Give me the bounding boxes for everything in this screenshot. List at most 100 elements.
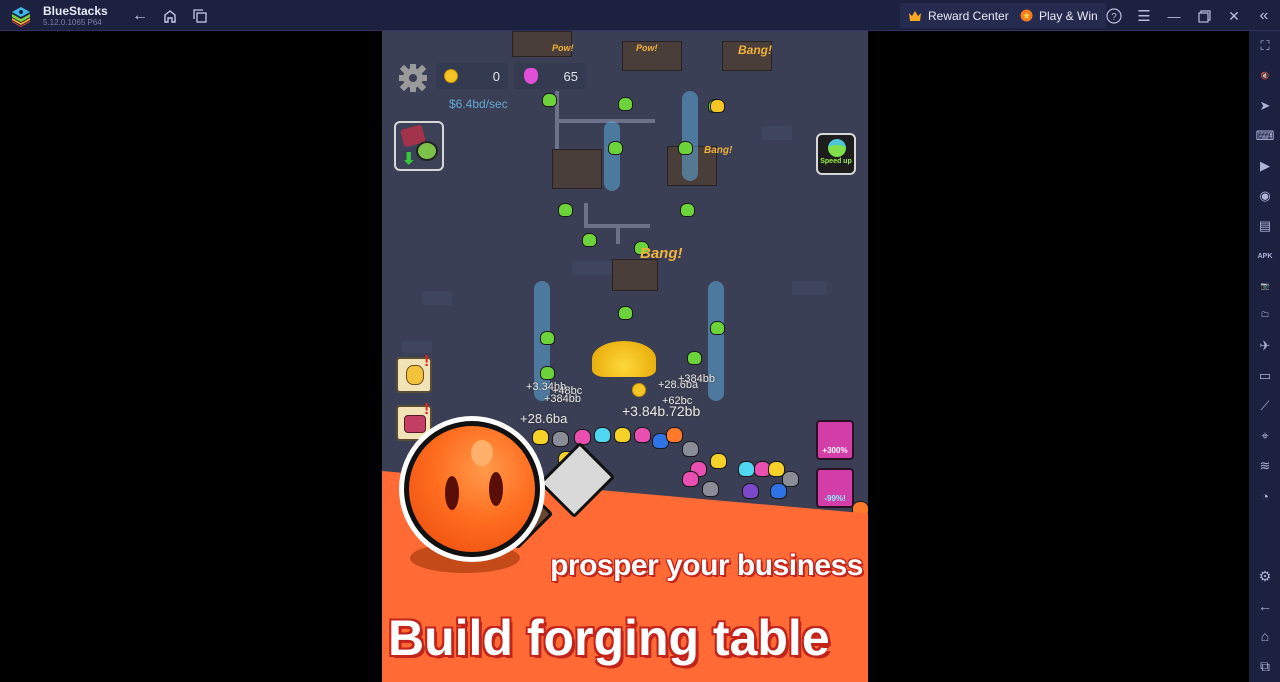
gem-icon [524, 68, 538, 84]
forge-anvil[interactable] [552, 149, 602, 189]
crowd-slime [594, 427, 611, 443]
shake-button[interactable]: ⟋ [1255, 396, 1275, 416]
location-button[interactable]: ⌖ [1255, 426, 1275, 446]
orange-slime-mascot [399, 416, 545, 562]
multi-screen-button[interactable]: ▭ [1255, 366, 1275, 386]
gold-coin-icon [444, 69, 458, 83]
time-boost-card[interactable]: -99%! [816, 468, 854, 508]
banner-subtitle: prosper your business [550, 549, 863, 582]
android-back-button[interactable]: ← [1255, 596, 1275, 616]
floating-gain: +384bb [678, 373, 716, 385]
android-home-button[interactable]: ⌂ [1255, 626, 1275, 646]
macro-button[interactable]: ▤ [1255, 216, 1275, 236]
bang-effect: Bang! [738, 43, 772, 57]
settings-button[interactable]: ⚙ [1255, 566, 1275, 586]
crowd-slime [634, 427, 651, 443]
layers-button[interactable]: ≋ [1255, 456, 1275, 476]
green-slime [618, 97, 633, 111]
floating-gain: +28.6ba [520, 411, 568, 426]
minimize-button[interactable]: — [1164, 6, 1184, 26]
menu-button[interactable]: ☰ [1134, 6, 1154, 26]
layers-icon: ≋ [1259, 458, 1271, 473]
screenshot-button[interactable]: 📷 [1255, 276, 1275, 296]
pow-effect: Pow! [552, 43, 574, 53]
gold-counter: 0 [436, 63, 508, 89]
multi-instance-button[interactable] [190, 6, 210, 26]
game-viewport[interactable]: 0 65 $6.4bd/sec ⬇ Speed up ! ! Bang! Ban… [382, 31, 868, 682]
reward-center-button[interactable]: Reward Center [900, 3, 1017, 28]
forge-boost-card[interactable]: +300% [816, 420, 854, 460]
back-button[interactable]: ← [130, 6, 150, 26]
green-slime [680, 203, 695, 217]
crowd-slime [574, 429, 591, 445]
crowd-slime [532, 429, 549, 445]
fullscreen-button[interactable]: ⛶ [1255, 36, 1275, 56]
eco-mode-button[interactable]: ◔ [1255, 486, 1275, 506]
mascot-eye [489, 472, 503, 506]
forge-anvil[interactable] [612, 259, 658, 291]
rotate-icon: ◉ [1259, 188, 1271, 203]
apk-install-icon: APK [1257, 252, 1273, 260]
record-button[interactable]: ▶ [1255, 156, 1275, 176]
multi-screen-icon: ▭ [1258, 368, 1272, 383]
restore-button[interactable] [1194, 6, 1214, 26]
yellow-slime [710, 99, 725, 113]
crowd-slime [738, 461, 755, 477]
close-button[interactable]: ✕ [1224, 6, 1244, 26]
home-button[interactable] [160, 6, 180, 26]
income-rate: $6.4bd/sec [449, 97, 508, 111]
right-sidebar: ⛶ 🔇 ➤ ⌨ ▶ ◉ ▤ APK 📷 🗀 ✈ ▭ ⟋ ⌖ ≋ ◔ ⚙ ← ⌂ ⧉ [1249, 31, 1280, 682]
crowd-slime [682, 441, 699, 457]
screenshot-icon: 📷 [1260, 283, 1270, 290]
home-icon [164, 10, 176, 23]
pointer-button[interactable]: ➤ [1255, 96, 1275, 116]
keyboard-button[interactable]: ⌨ [1255, 126, 1275, 146]
apk-install-button[interactable]: APK [1255, 246, 1275, 266]
green-slime [542, 93, 557, 107]
app-version: 5.12.0.1065 P64 [43, 18, 102, 27]
gold-count: 0 [492, 68, 500, 84]
rotate-button[interactable]: ◉ [1255, 186, 1275, 206]
gold-pile[interactable] [592, 341, 656, 377]
green-slime [618, 306, 633, 320]
help-button[interactable]: ? [1104, 6, 1124, 26]
volume-mute-button[interactable]: 🔇 [1255, 66, 1275, 86]
mascot-eye [445, 476, 459, 510]
green-slime [608, 141, 623, 155]
record-icon: ▶ [1260, 158, 1270, 173]
potion-icon [406, 365, 424, 385]
green-slime [540, 366, 555, 380]
mascot-highlight [471, 440, 493, 466]
floor-tile [572, 261, 612, 275]
folder-button[interactable]: 🗀 [1255, 306, 1275, 326]
crown-icon [909, 10, 921, 21]
speed-slime-icon [828, 139, 846, 157]
airplane-mode-button[interactable]: ✈ [1255, 336, 1275, 356]
quest-alert-icon: ! [424, 353, 430, 370]
minimize-icon: — [1167, 8, 1181, 24]
crowd-slime [682, 471, 699, 487]
floor-tile [402, 341, 432, 353]
quest-alert-icon: ! [424, 401, 430, 418]
pow-effect: Pow! [636, 43, 658, 53]
recent-apps-button[interactable]: ⧉ [1255, 656, 1275, 676]
time-boost-value: -99%! [824, 494, 846, 503]
speed-up-button[interactable]: Speed up [816, 133, 856, 175]
forge-upgrade-card[interactable]: ⬇ [394, 121, 444, 171]
app-name: BlueStacks [43, 4, 108, 18]
bluestacks-logo-icon [12, 7, 30, 27]
settings-gear-icon[interactable] [398, 63, 428, 93]
crowd-slime [782, 471, 799, 487]
pointer-icon: ➤ [1259, 98, 1271, 113]
settings-icon: ⚙ [1258, 567, 1272, 584]
collapse-sidebar-icon: « [1259, 7, 1269, 24]
crowd-slime [614, 427, 631, 443]
collapse-sidebar-button[interactable]: « [1254, 6, 1274, 26]
slime-trail [682, 91, 698, 181]
bang-effect: Bang! [704, 145, 733, 156]
back-icon: ← [132, 7, 148, 24]
play-win-button[interactable]: Play & Win [1012, 3, 1106, 28]
green-slime [558, 203, 573, 217]
crowd-slime [742, 483, 759, 499]
reward-center-label: Reward Center [928, 8, 1009, 23]
